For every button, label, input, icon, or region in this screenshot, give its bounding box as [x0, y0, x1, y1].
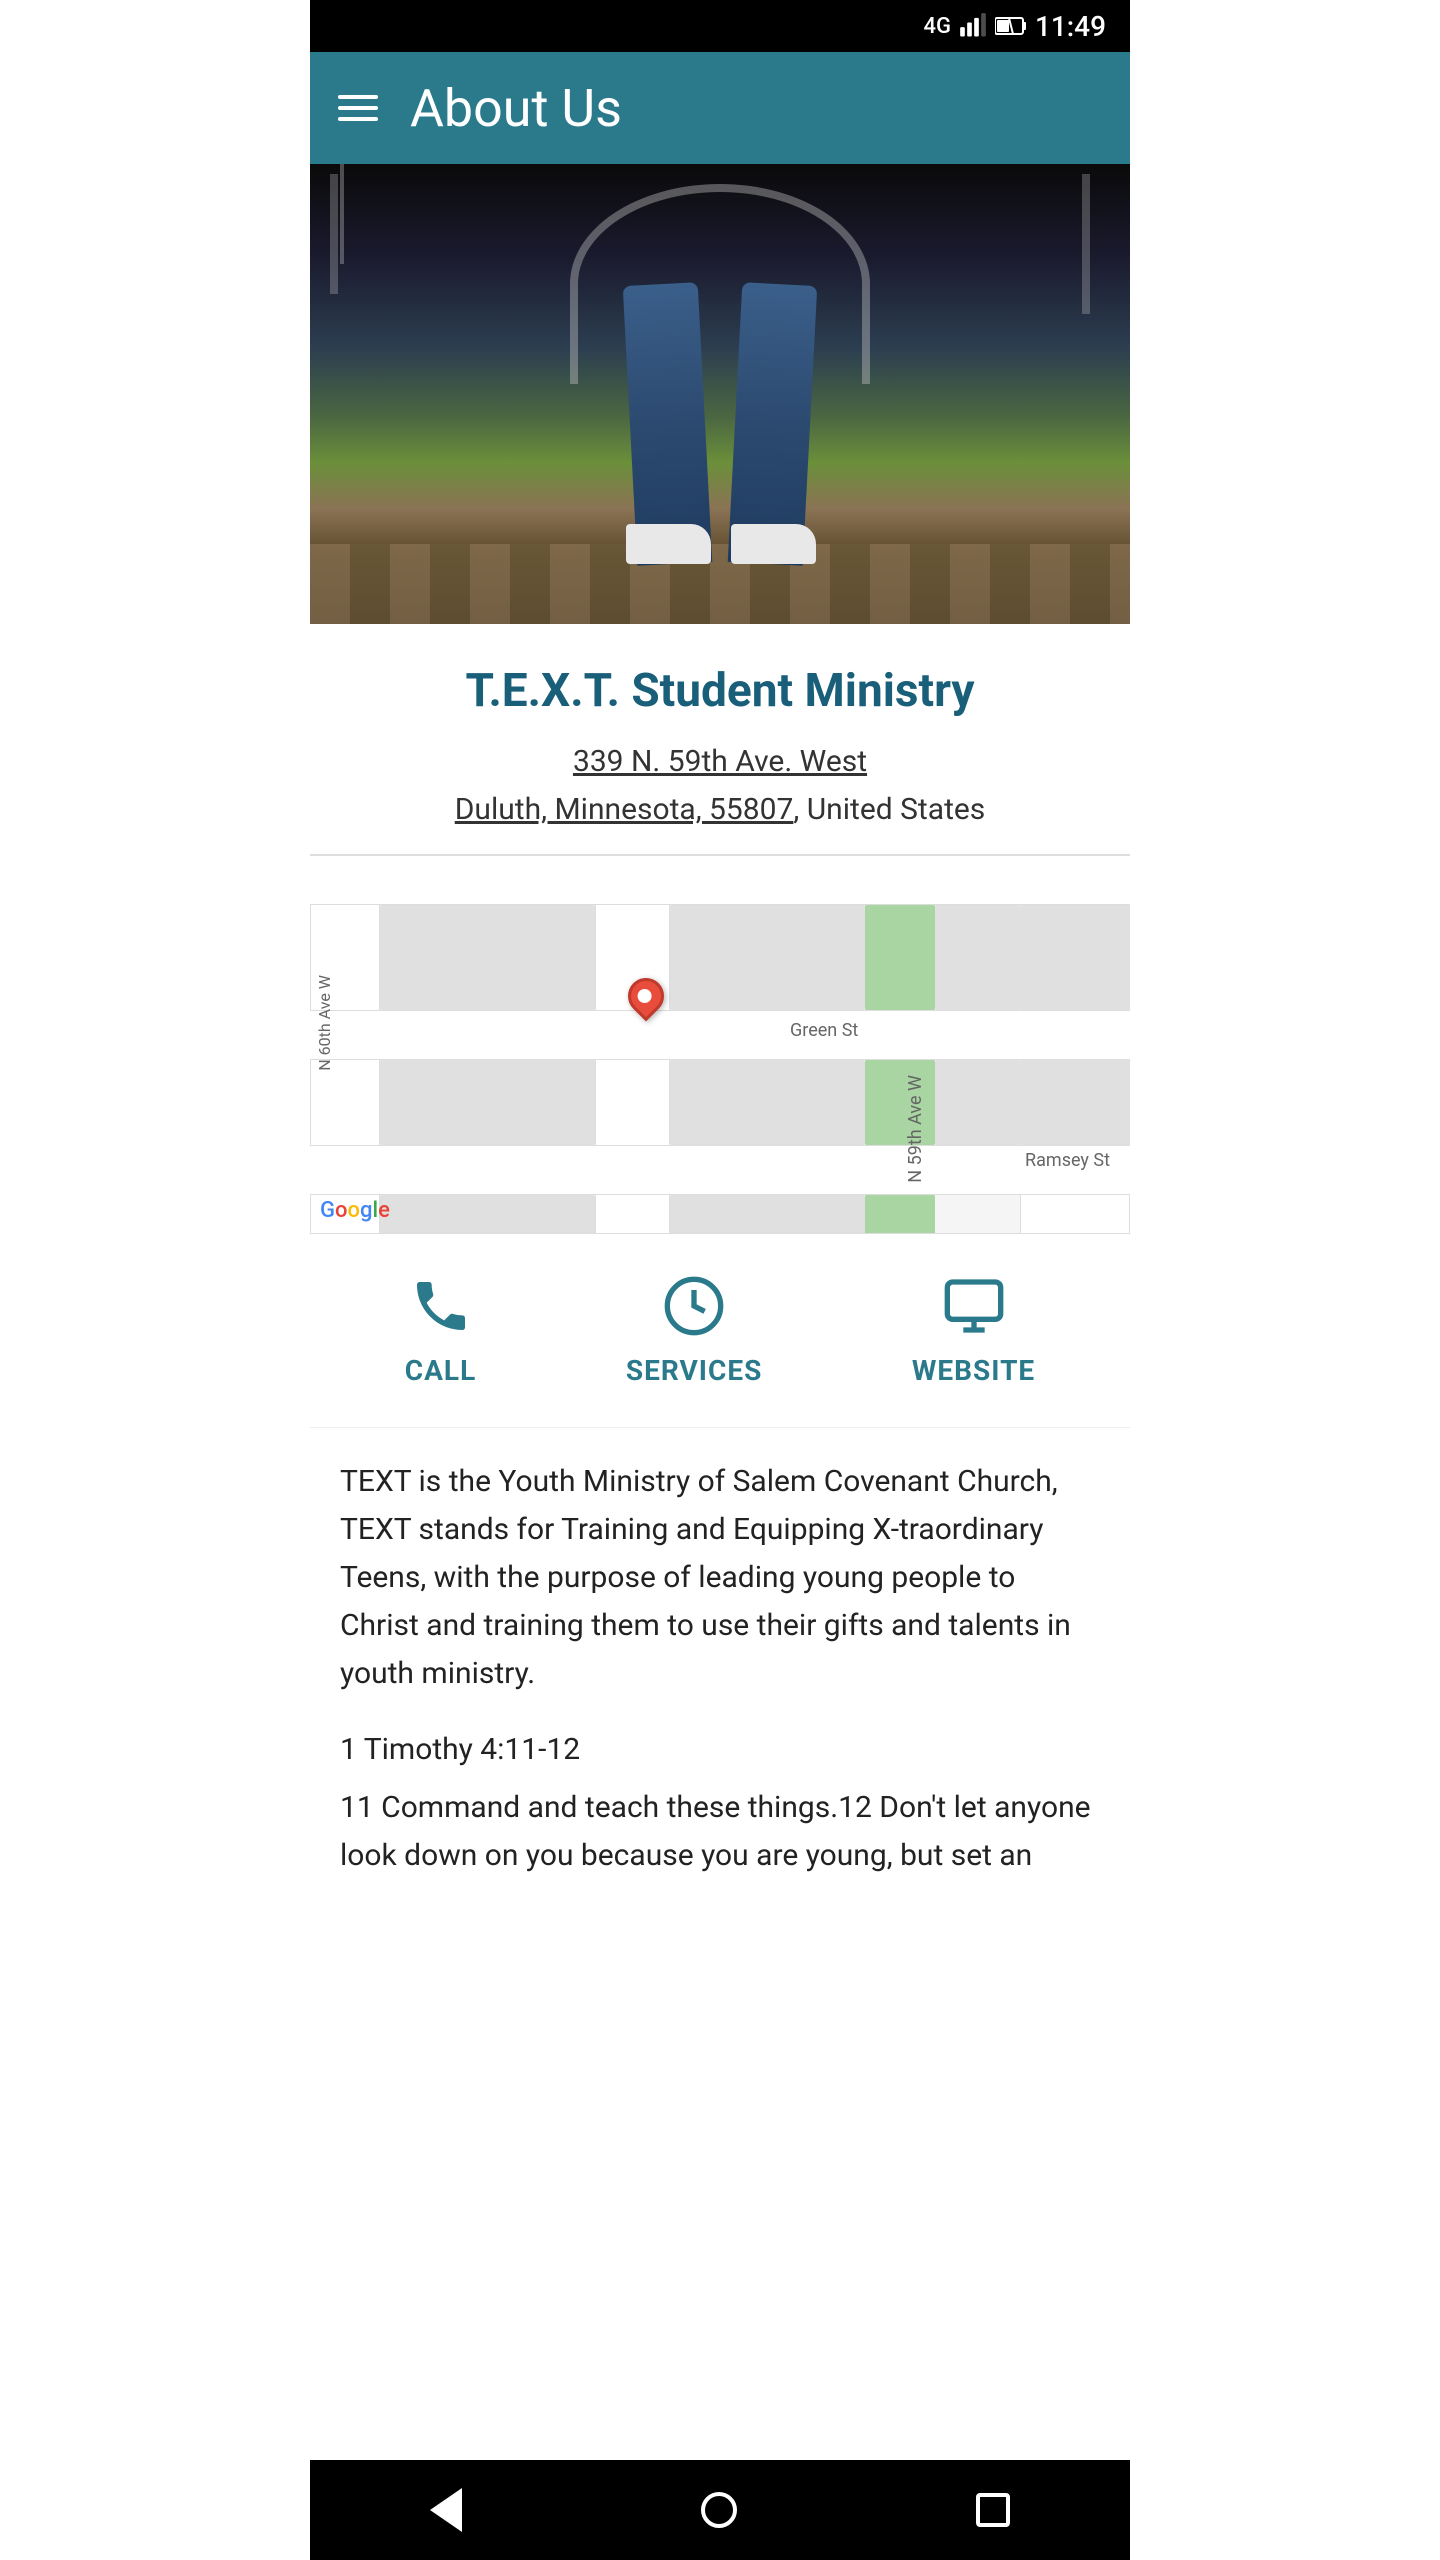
description-section: TEXT is the Youth Ministry of Salem Cove… — [310, 1428, 1130, 1880]
home-button[interactable] — [701, 2492, 737, 2528]
recent-apps-icon — [976, 2493, 1010, 2527]
website-button[interactable]: WEBSITE — [912, 1274, 1035, 1387]
ramsey-st-label: Ramsey St — [1025, 1150, 1110, 1171]
map-pin — [628, 978, 664, 1014]
scripture-text: 11 Command and teach these things.12 Don… — [340, 1784, 1100, 1880]
bottom-navigation — [310, 2460, 1130, 2560]
ministry-name: T.E.X.T. Student Ministry — [330, 664, 1110, 718]
n59th-label: N 59th Ave W — [905, 1075, 926, 1183]
website-label: WEBSITE — [912, 1354, 1035, 1387]
status-bar: 4G 11:49 — [310, 0, 1130, 52]
back-icon — [430, 2488, 462, 2532]
page-title: About Us — [410, 78, 622, 139]
ministry-info: T.E.X.T. Student Ministry 339 N. 59th Av… — [310, 624, 1130, 854]
map-container[interactable]: Green St N 59th Ave W N 60th Ave W Ramse… — [310, 854, 1130, 1234]
recent-apps-button[interactable] — [976, 2493, 1010, 2527]
hero-image — [310, 164, 1130, 624]
scripture-reference: 1 Timothy 4:11-12 — [340, 1726, 1100, 1774]
network-indicator: 4G — [923, 14, 951, 39]
home-icon — [701, 2492, 737, 2528]
ministry-address: 339 N. 59th Ave. West Duluth, Minnesota,… — [330, 738, 1110, 834]
address-line1[interactable]: 339 N. 59th Ave. West — [573, 744, 867, 779]
call-label: CALL — [405, 1354, 476, 1387]
n60th-label: N 60th Ave W — [315, 975, 334, 1071]
back-button[interactable] — [430, 2488, 462, 2532]
call-button[interactable]: CALL — [405, 1274, 476, 1387]
phone-icon — [409, 1274, 473, 1342]
signal-icon — [959, 12, 987, 40]
action-buttons: CALL SERVICES WEBSITE — [310, 1234, 1130, 1428]
clock-icon — [662, 1274, 726, 1342]
battery-icon — [995, 16, 1027, 36]
services-button[interactable]: SERVICES — [626, 1274, 762, 1387]
services-label: SERVICES — [626, 1354, 762, 1387]
hamburger-menu-icon[interactable] — [338, 95, 378, 121]
address-line2[interactable]: Duluth, Minnesota, 55807 — [455, 792, 794, 827]
main-description: TEXT is the Youth Ministry of Salem Cove… — [340, 1458, 1100, 1698]
address-country: , United States — [793, 792, 985, 827]
app-bar: About Us — [310, 52, 1130, 164]
time-display: 11:49 — [1035, 10, 1106, 43]
google-logo: Google — [320, 1198, 390, 1223]
status-icons: 4G 11:49 — [923, 10, 1106, 43]
monitor-icon — [942, 1274, 1006, 1342]
green-st-label: Green St — [790, 1020, 858, 1041]
